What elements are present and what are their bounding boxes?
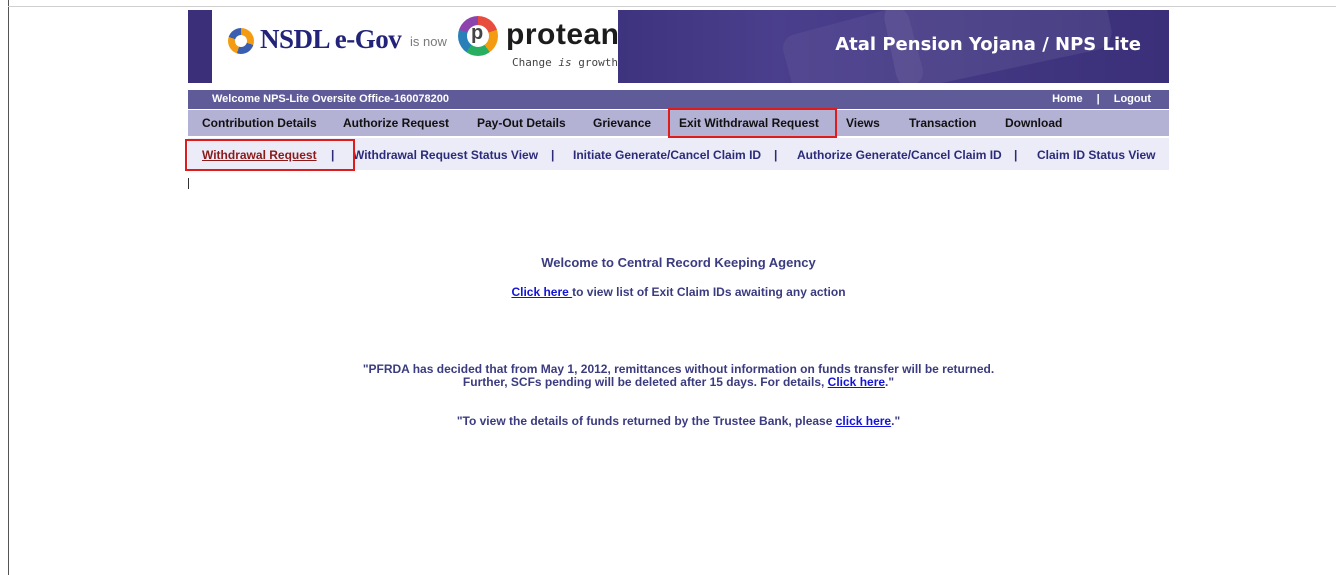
trustee-text: "To view the details of funds returned b…: [456, 414, 836, 428]
menu-contribution-details[interactable]: Contribution Details: [202, 116, 317, 130]
menu-grievance[interactable]: Grievance: [593, 116, 651, 130]
welcome-text: Welcome NPS-Lite Oversite Office-1600782…: [212, 93, 450, 105]
trustee-suffix: .": [891, 414, 901, 428]
notice-suffix: .": [885, 375, 895, 389]
highlight-box-exit-withdrawal: [668, 108, 837, 138]
nsdl-logo-icon: [228, 28, 254, 54]
separator: |: [1014, 148, 1018, 162]
notice-line-1: "PFRDA has decided that from May 1, 2012…: [362, 362, 995, 376]
nsdl-logo-text: NSDL e-Gov: [260, 24, 402, 54]
protean-tagline: Change is growth: [512, 56, 618, 69]
menu-authorize-request[interactable]: Authorize Request: [343, 116, 449, 130]
welcome-heading: Welcome to Central Record Keeping Agency: [541, 255, 816, 270]
exit-claim-text: to view list of Exit Claim IDs awaiting …: [572, 285, 846, 299]
submenu-withdrawal-request-status-view[interactable]: Withdrawal Request Status View: [353, 148, 538, 162]
window-left-border: [8, 0, 9, 575]
trustee-click-here-link[interactable]: click here: [836, 414, 891, 428]
is-now-text: is now: [410, 34, 447, 49]
exit-claim-line: Click here to view list of Exit Claim ID…: [188, 285, 1169, 299]
menu-views[interactable]: Views: [846, 116, 880, 130]
page-title: Atal Pension Yojana / NPS Lite: [835, 34, 1141, 55]
protean-logo-text: protean: [506, 18, 620, 51]
submenu-authorize-claim-id[interactable]: Authorize Generate/Cancel Claim ID: [797, 148, 1002, 162]
menu-pay-out-details[interactable]: Pay-Out Details: [477, 116, 566, 130]
submenu-initiate-claim-id[interactable]: Initiate Generate/Cancel Claim ID: [573, 148, 761, 162]
notice-line-2: Further, SCFs pending will be deleted af…: [188, 375, 1169, 389]
details-click-here-link[interactable]: Click here: [828, 375, 885, 389]
trustee-bank-line: "To view the details of funds returned b…: [188, 414, 1169, 428]
submenu-claim-id-status-view[interactable]: Claim ID Status View: [1037, 148, 1155, 162]
welcome-bar: Welcome NPS-Lite Oversite Office-1600782…: [188, 90, 1169, 109]
menu-download[interactable]: Download: [1005, 116, 1062, 130]
separator: |: [774, 148, 778, 162]
account-links: Home | Logout: [1052, 93, 1151, 105]
window-top-border: [8, 6, 1336, 7]
protean-logo-icon: p: [458, 16, 498, 56]
separator: |: [1096, 93, 1100, 105]
separator: |: [551, 148, 555, 162]
text-cursor: [188, 178, 189, 189]
logo-area: NSDL e-Gov is now p protean Change is gr…: [212, 10, 620, 83]
logout-link[interactable]: Logout: [1114, 93, 1151, 105]
home-link[interactable]: Home: [1052, 93, 1083, 105]
site-header: NSDL e-Gov is now p protean Change is gr…: [188, 10, 1169, 83]
click-here-link[interactable]: Click here: [511, 285, 572, 299]
notice-text: Further, SCFs pending will be deleted af…: [462, 375, 828, 389]
menu-transaction[interactable]: Transaction: [909, 116, 976, 130]
highlight-box-withdrawal-request: [185, 139, 355, 171]
